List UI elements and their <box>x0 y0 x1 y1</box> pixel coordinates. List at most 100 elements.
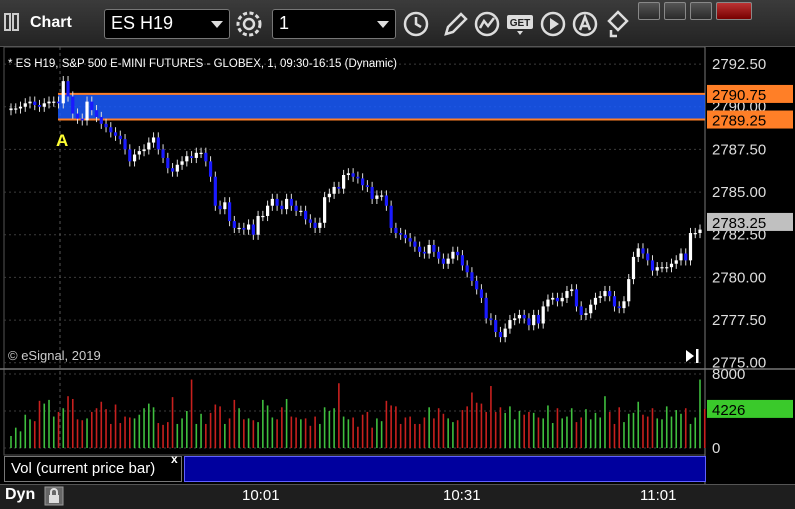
candle-body <box>546 299 550 307</box>
candle-body <box>132 154 137 162</box>
y-tick-label: 2780.00 <box>712 269 766 286</box>
x-tick-label: 10:31 <box>443 487 481 504</box>
scroll-to-end-icon[interactable] <box>686 349 699 363</box>
volume-tick-label: 0 <box>712 440 720 457</box>
candle-body <box>289 198 293 206</box>
candle-body <box>85 101 89 121</box>
candle-body <box>384 195 388 206</box>
candle-body <box>441 258 446 264</box>
candle-body <box>265 205 270 216</box>
volume-study-bar <box>184 456 706 482</box>
candle-body <box>256 215 260 235</box>
candle-body <box>612 296 617 307</box>
candle-body <box>80 118 84 121</box>
volume-study-label[interactable]: Vol (current price bar) <box>4 456 182 482</box>
candle-body <box>465 265 469 273</box>
candle-body <box>185 156 189 162</box>
candle-body <box>622 301 626 309</box>
chart-window-icon <box>4 13 19 31</box>
pencil-draw-icon[interactable] <box>440 8 470 40</box>
candle-body <box>90 101 94 111</box>
candle-body <box>28 101 32 104</box>
price-zone <box>58 92 705 121</box>
candle-body <box>432 244 436 252</box>
y-tick-label: 2777.50 <box>712 312 766 329</box>
symbol-selector[interactable]: ES H19 <box>104 9 230 39</box>
candle-body <box>242 227 246 230</box>
get-data-icon[interactable]: GET <box>504 8 534 40</box>
candle-body <box>579 306 583 315</box>
clock-icon[interactable] <box>401 8 431 40</box>
lock-icon[interactable] <box>44 486 64 506</box>
candle-body <box>142 149 146 152</box>
study-close-icon[interactable]: x <box>171 452 178 466</box>
candle-body <box>570 289 574 292</box>
restore-button[interactable] <box>664 2 686 20</box>
candle-body <box>56 101 61 104</box>
alert-icon[interactable] <box>570 8 600 40</box>
candle-body <box>399 233 403 235</box>
candle-body <box>208 161 213 177</box>
candle-body <box>446 258 450 264</box>
candle-body <box>294 205 298 211</box>
x-tick-label: 11:01 <box>640 487 677 504</box>
candle-body <box>470 272 474 281</box>
candle-body <box>232 221 236 228</box>
candle-body <box>522 314 526 319</box>
link-arrows-icon[interactable] <box>603 8 633 40</box>
candle-body <box>608 291 612 297</box>
candle-body <box>327 193 331 198</box>
candle-body <box>508 320 512 329</box>
candle-body <box>308 219 312 223</box>
window-title: Chart <box>30 14 72 31</box>
candle-body <box>104 123 108 128</box>
minimize-button[interactable] <box>638 2 660 20</box>
candle-body <box>189 156 194 158</box>
candle-body <box>503 328 507 338</box>
candle-body <box>337 186 341 189</box>
candle-body <box>261 215 265 218</box>
candle-body <box>560 297 564 302</box>
dynamic-mode-label[interactable]: Dyn <box>5 486 35 504</box>
candle-body <box>555 297 560 302</box>
marker-label: A <box>56 131 68 150</box>
candle-body <box>42 103 46 107</box>
candle-body <box>75 113 80 119</box>
candle-body <box>66 81 70 97</box>
candle-body <box>251 224 255 235</box>
candle-body <box>451 251 455 259</box>
candle-body <box>456 251 460 256</box>
study-icon[interactable] <box>472 8 502 40</box>
y-tick-label: 2787.50 <box>712 141 766 158</box>
candle-body <box>9 108 13 111</box>
candle-body <box>655 267 659 271</box>
maximize-button[interactable] <box>690 2 712 20</box>
candle-body <box>598 296 602 298</box>
zone-rect <box>58 93 705 120</box>
zone-high-label: 2790.75 <box>712 87 766 104</box>
candle-body <box>513 318 517 321</box>
candle-body <box>413 241 417 247</box>
candle-body <box>679 253 683 261</box>
chart-toolbar: Chart ES H19 1 GET <box>0 0 795 47</box>
play-icon[interactable] <box>538 8 568 40</box>
candle-body <box>437 251 441 259</box>
candle-body <box>418 246 422 252</box>
candle-body <box>47 101 51 104</box>
candle-body <box>589 304 593 314</box>
candle-body <box>299 210 303 213</box>
close-button[interactable] <box>716 2 752 20</box>
x-tick-label: 10:01 <box>242 487 280 504</box>
candle-body <box>227 202 232 222</box>
candle-body <box>18 106 23 109</box>
price-chart[interactable]: 2792.502790.002787.502785.002782.502780.… <box>0 47 795 484</box>
candle-body <box>270 198 274 206</box>
symbol-settings-icon[interactable] <box>234 8 264 40</box>
candle-body <box>223 202 227 210</box>
y-tick-label: 2785.00 <box>712 184 766 201</box>
interval-selector[interactable]: 1 <box>272 9 396 39</box>
candle-body <box>37 105 42 107</box>
candle-body <box>370 186 374 199</box>
candle-body <box>99 116 103 124</box>
candle-body <box>123 139 127 150</box>
